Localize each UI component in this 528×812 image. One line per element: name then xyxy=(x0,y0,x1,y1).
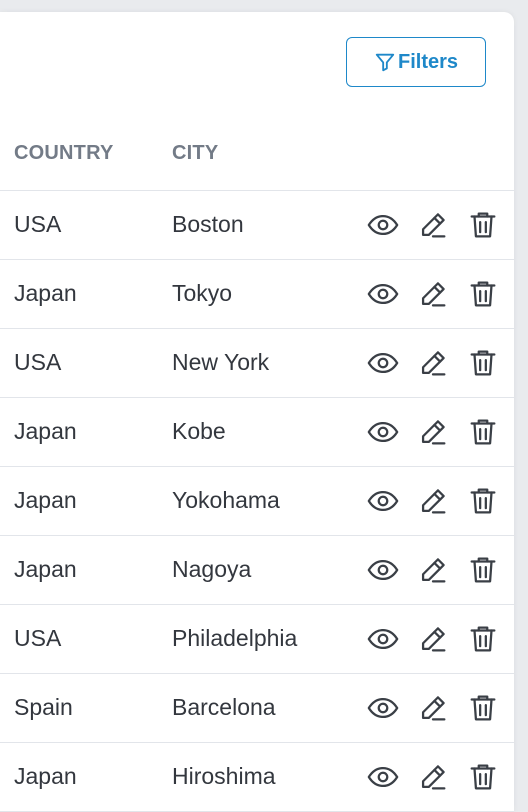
row-actions xyxy=(366,415,500,449)
cell-country: Japan xyxy=(14,763,77,789)
cell-country: USA xyxy=(14,625,62,651)
table-row: Japan Kobe xyxy=(0,398,514,467)
cell-country: Japan xyxy=(14,487,77,513)
table-row: USA New York xyxy=(0,329,514,398)
table-row: Spain Barcelona xyxy=(0,674,514,743)
view-icon[interactable] xyxy=(366,760,400,794)
cell-city: New York xyxy=(172,349,270,375)
delete-icon[interactable] xyxy=(466,691,500,725)
table-row: Japan Yokohama xyxy=(0,467,514,536)
cell-city: Boston xyxy=(172,211,244,237)
row-actions xyxy=(366,622,500,656)
cell-city: Hiroshima xyxy=(172,763,276,789)
edit-icon[interactable] xyxy=(416,208,450,242)
cell-country: Japan xyxy=(14,418,77,444)
row-actions xyxy=(366,277,500,311)
edit-icon[interactable] xyxy=(416,277,450,311)
edit-icon[interactable] xyxy=(416,415,450,449)
view-icon[interactable] xyxy=(366,277,400,311)
filters-label: Filters xyxy=(397,50,459,73)
cell-city: Tokyo xyxy=(172,280,233,306)
delete-icon[interactable] xyxy=(466,484,500,518)
delete-icon[interactable] xyxy=(466,346,500,380)
view-icon[interactable] xyxy=(366,208,400,242)
row-actions xyxy=(366,208,500,242)
cell-city: Philadelphia xyxy=(172,625,298,651)
row-actions xyxy=(366,760,500,794)
table-body: USA Boston Japan Tokyo USA New York Japan Kobe J… xyxy=(0,191,514,812)
delete-icon[interactable] xyxy=(466,622,500,656)
table-row: Japan Nagoya xyxy=(0,536,514,605)
row-actions xyxy=(366,484,500,518)
edit-icon[interactable] xyxy=(416,346,450,380)
cell-city: Kobe xyxy=(172,418,226,444)
row-actions xyxy=(366,691,500,725)
view-icon[interactable] xyxy=(366,553,400,587)
cell-country: USA xyxy=(14,349,62,375)
cell-city: Nagoya xyxy=(172,556,252,582)
filter-icon xyxy=(375,53,395,72)
table-row: Japan Hiroshima xyxy=(0,743,514,812)
view-icon[interactable] xyxy=(366,346,400,380)
table-row: USA Philadelphia xyxy=(0,605,514,674)
view-icon[interactable] xyxy=(366,622,400,656)
edit-icon[interactable] xyxy=(416,553,450,587)
delete-icon[interactable] xyxy=(466,208,500,242)
filters-button[interactable]: Filters xyxy=(346,37,486,87)
column-header-city[interactable]: CITY xyxy=(172,142,218,165)
view-icon[interactable] xyxy=(366,415,400,449)
delete-icon[interactable] xyxy=(466,760,500,794)
table-row: USA Boston xyxy=(0,191,514,260)
cell-country: Spain xyxy=(14,694,73,720)
table-header: COUNTRY CITY xyxy=(0,128,514,191)
cell-country: USA xyxy=(14,211,62,237)
delete-icon[interactable] xyxy=(466,277,500,311)
cell-country: Japan xyxy=(14,556,77,582)
table-row: Japan Tokyo xyxy=(0,260,514,329)
column-header-country[interactable]: COUNTRY xyxy=(14,142,114,165)
cell-country: Japan xyxy=(14,280,77,306)
edit-icon[interactable] xyxy=(416,760,450,794)
cell-city: Yokohama xyxy=(172,487,280,513)
delete-icon[interactable] xyxy=(466,415,500,449)
edit-icon[interactable] xyxy=(416,691,450,725)
cell-city: Barcelona xyxy=(172,694,276,720)
row-actions xyxy=(366,553,500,587)
table-panel: Filters COUNTRY CITY USA Boston Japan Tokyo… xyxy=(0,12,514,812)
row-actions xyxy=(366,346,500,380)
delete-icon[interactable] xyxy=(466,553,500,587)
edit-icon[interactable] xyxy=(416,484,450,518)
view-icon[interactable] xyxy=(366,691,400,725)
edit-icon[interactable] xyxy=(416,622,450,656)
view-icon[interactable] xyxy=(366,484,400,518)
